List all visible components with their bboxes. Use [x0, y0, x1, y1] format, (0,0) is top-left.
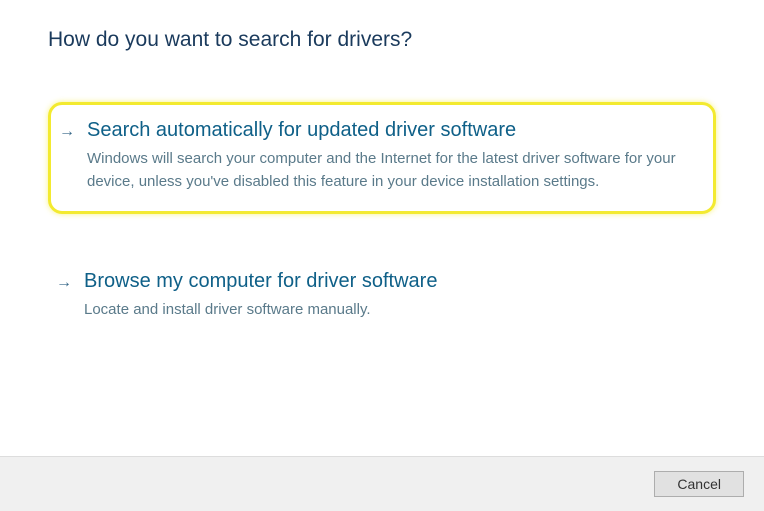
option-text-block: Browse my computer for driver software L… — [84, 270, 696, 322]
option-title: Browse my computer for driver software — [84, 270, 696, 293]
arrow-right-icon: → — [56, 274, 72, 292]
option-search-automatically[interactable]: → Search automatically for updated drive… — [48, 102, 716, 214]
option-title: Search automatically for updated driver … — [87, 119, 693, 142]
option-text-block: Search automatically for updated driver … — [87, 119, 693, 193]
arrow-right-icon: → — [59, 123, 75, 141]
option-browse-computer[interactable]: → Browse my computer for driver software… — [48, 258, 716, 334]
option-description: Locate and install driver software manua… — [84, 299, 696, 322]
option-description: Windows will search your computer and th… — [87, 148, 693, 193]
cancel-button[interactable]: Cancel — [654, 471, 744, 497]
dialog-footer: Cancel — [0, 456, 764, 511]
dialog-content: How do you want to search for drivers? →… — [0, 0, 764, 334]
dialog-heading: How do you want to search for drivers? — [48, 28, 716, 52]
